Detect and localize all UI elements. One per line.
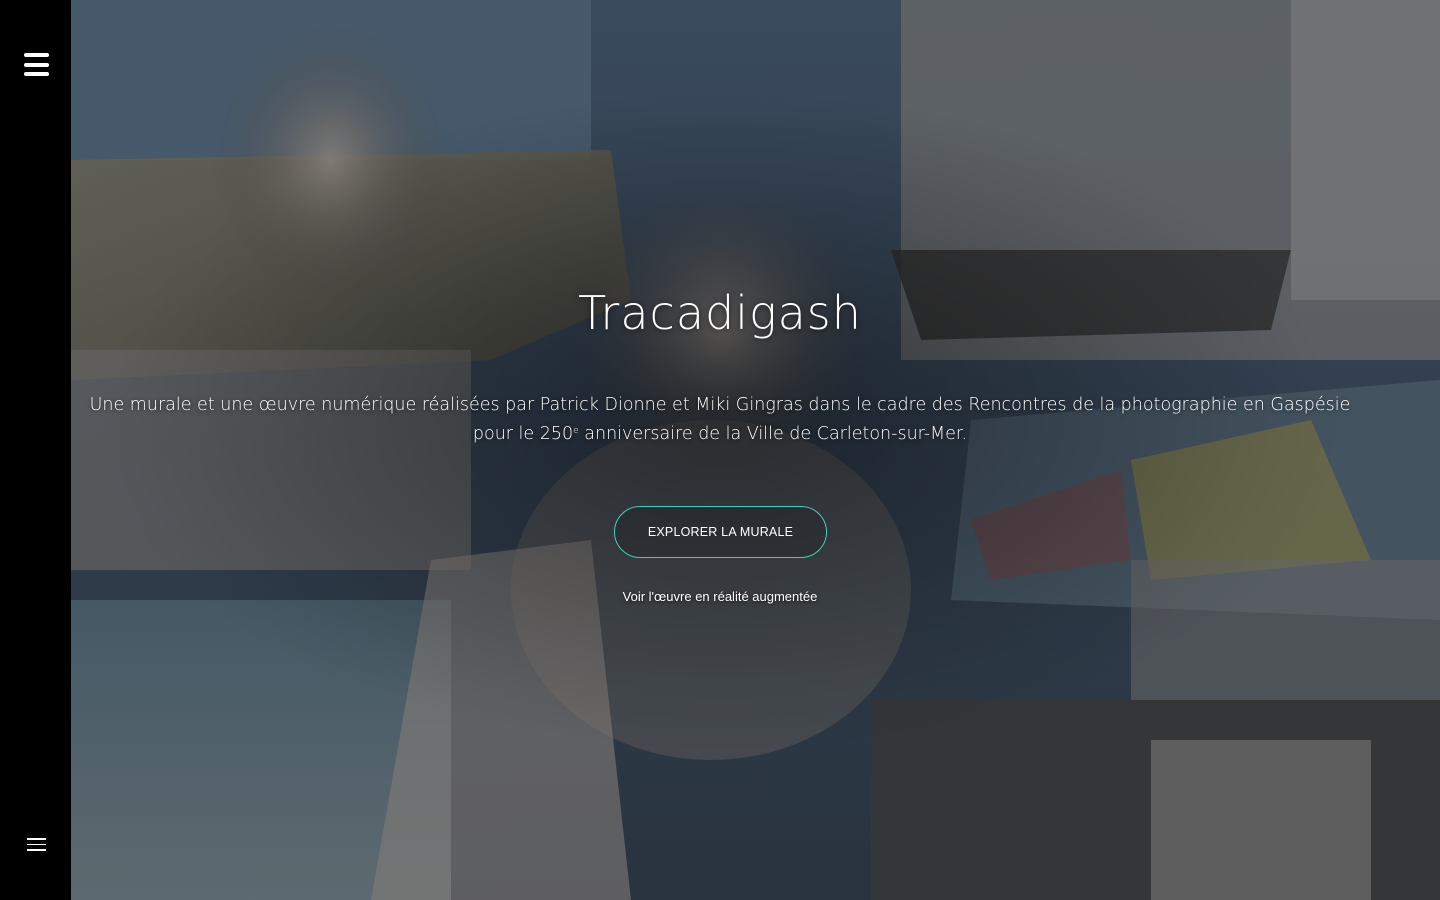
explore-mural-button[interactable]: EXPLORER LA MURALE xyxy=(614,506,827,558)
hero-description-part2: anniversaire de la Ville de Carleton-sur… xyxy=(578,424,968,444)
augmented-reality-link[interactable]: Voir l'œuvre en réalité augmentée xyxy=(71,589,1369,604)
secondary-menu-icon[interactable] xyxy=(27,838,46,851)
page-title: Tracadigash xyxy=(578,286,862,340)
sidebar xyxy=(0,0,71,900)
hero-description: Une murale et une œuvre numérique réalis… xyxy=(71,392,1369,447)
hero-content: Tracadigash Une murale et une œuvre numé… xyxy=(71,0,1369,900)
hamburger-menu-icon[interactable] xyxy=(24,53,49,76)
